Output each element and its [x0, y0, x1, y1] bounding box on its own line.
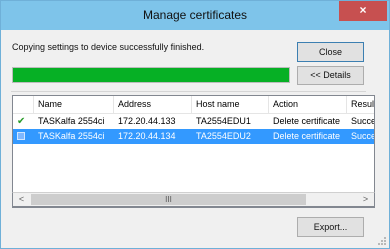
progress-bar [12, 67, 290, 83]
status-message: Copying settings to device successfully … [12, 42, 205, 52]
grip-icon: III [165, 195, 172, 204]
window-title: Manage certificates [142, 8, 248, 22]
cell-address: 172.20.44.133 [118, 116, 176, 126]
table-row-selected[interactable]: TASKalfa 2554ci 172.20.44.134 TA2554EDU2… [13, 129, 374, 144]
horizontal-scrollbar[interactable]: < III > [12, 192, 375, 207]
column-header-action[interactable]: Action [269, 96, 347, 113]
cell-result: Succee [351, 116, 374, 126]
column-header-address[interactable]: Address [114, 96, 192, 113]
check-icon [17, 132, 25, 140]
cell-name: TASKalfa 2554ci [38, 131, 105, 141]
list-header: Name Address Host name Action Result [13, 96, 374, 114]
cell-result: Succee [351, 131, 374, 141]
column-header-result[interactable]: Result [347, 96, 374, 113]
check-icon: ✔ [17, 116, 26, 127]
export-button[interactable]: Export... [297, 217, 364, 237]
column-header-status[interactable] [13, 96, 34, 113]
cell-host-name: TA2554EDU2 [196, 131, 251, 141]
scroll-thumb[interactable]: III [31, 194, 306, 205]
cell-name: TASKalfa 2554ci [38, 116, 105, 126]
details-toggle-button[interactable]: << Details [297, 66, 364, 85]
title-bar[interactable]: Manage certificates × [1, 1, 389, 30]
close-icon[interactable]: × [339, 1, 387, 21]
cell-action: Delete certificate [273, 131, 341, 141]
cell-address: 172.20.44.134 [118, 131, 176, 141]
progress-fill [13, 68, 289, 82]
divider [11, 91, 366, 92]
cell-action: Delete certificate [273, 116, 341, 126]
column-header-name[interactable]: Name [34, 96, 114, 113]
cell-host-name: TA2554EDU1 [196, 116, 251, 126]
close-button[interactable]: Close [297, 42, 364, 62]
table-row[interactable]: ✔ TASKalfa 2554ci 172.20.44.133 TA2554ED… [13, 114, 374, 129]
resize-grip-icon[interactable] [378, 237, 386, 245]
scroll-left-icon[interactable]: < [13, 193, 30, 206]
column-header-host-name[interactable]: Host name [192, 96, 269, 113]
scroll-right-icon[interactable]: > [357, 193, 374, 206]
